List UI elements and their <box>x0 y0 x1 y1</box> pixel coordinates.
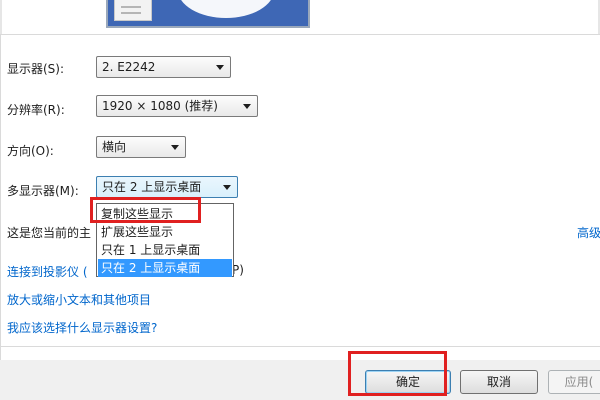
apply-button[interactable]: 应用( <box>548 370 600 394</box>
multiple-displays-select-value: 只在 2 上显示桌面 <box>102 180 202 194</box>
resolution-select-value: 1920 × 1080 (推荐) <box>102 99 218 113</box>
connect-projector-link-text: 连接到投影仪 ( <box>7 265 88 279</box>
monitor-wallpaper-arc <box>178 0 274 18</box>
orientation-label: 方向(O): <box>7 144 54 158</box>
display-label: 显示器(S): <box>7 62 65 76</box>
text-size-link[interactable]: 放大或缩小文本和其他项目 <box>7 291 151 308</box>
dropdown-option-extend[interactable]: 扩展这些显示 <box>98 223 232 241</box>
chevron-down-icon <box>171 145 179 150</box>
monitor-preview-icon[interactable] <box>106 0 310 28</box>
connect-projector-link[interactable]: 连接到投影仪 ( <box>7 263 88 280</box>
preview-divider <box>0 34 600 35</box>
footer-divider <box>0 346 600 347</box>
display-select-value: 2. E2242 <box>102 60 156 74</box>
highlight-box-duplicate-option <box>90 197 201 223</box>
highlight-box-ok-button <box>348 351 447 396</box>
multiple-displays-select[interactable]: 只在 2 上显示桌面 <box>96 176 238 198</box>
resolution-select[interactable]: 1920 × 1080 (推荐) <box>96 95 258 117</box>
multiple-displays-label: 多显示器(M): <box>7 184 79 198</box>
preview-left-border <box>0 0 2 34</box>
chevron-down-icon <box>243 104 251 109</box>
display-select[interactable]: 2. E2242 <box>96 56 231 78</box>
chevron-down-icon <box>223 185 231 190</box>
chevron-down-icon <box>216 65 224 70</box>
main-display-text: 这是您当前的主 <box>7 226 92 240</box>
dropdown-option-show-on-2[interactable]: 只在 2 上显示桌面 <box>98 259 232 277</box>
orientation-select-value: 横向 <box>102 140 127 154</box>
cancel-button[interactable]: 取消 <box>460 370 538 394</box>
monitor-preview-area <box>0 0 600 34</box>
dropdown-option-show-on-1[interactable]: 只在 1 上显示桌面 <box>98 241 232 259</box>
display-settings-help-link[interactable]: 我应该选择什么显示器设置? <box>7 319 157 336</box>
resolution-label: 分辨率(R): <box>7 103 65 117</box>
advanced-settings-link[interactable]: 高级 <box>577 224 600 241</box>
monitor-window-thumbnail <box>114 0 152 21</box>
content-left-edge <box>0 34 1 360</box>
screen-resolution-dialog: 显示器(S): 2. E2242 分辨率(R): 1920 × 1080 (推荐… <box>0 0 600 400</box>
orientation-select[interactable]: 横向 <box>96 136 186 158</box>
